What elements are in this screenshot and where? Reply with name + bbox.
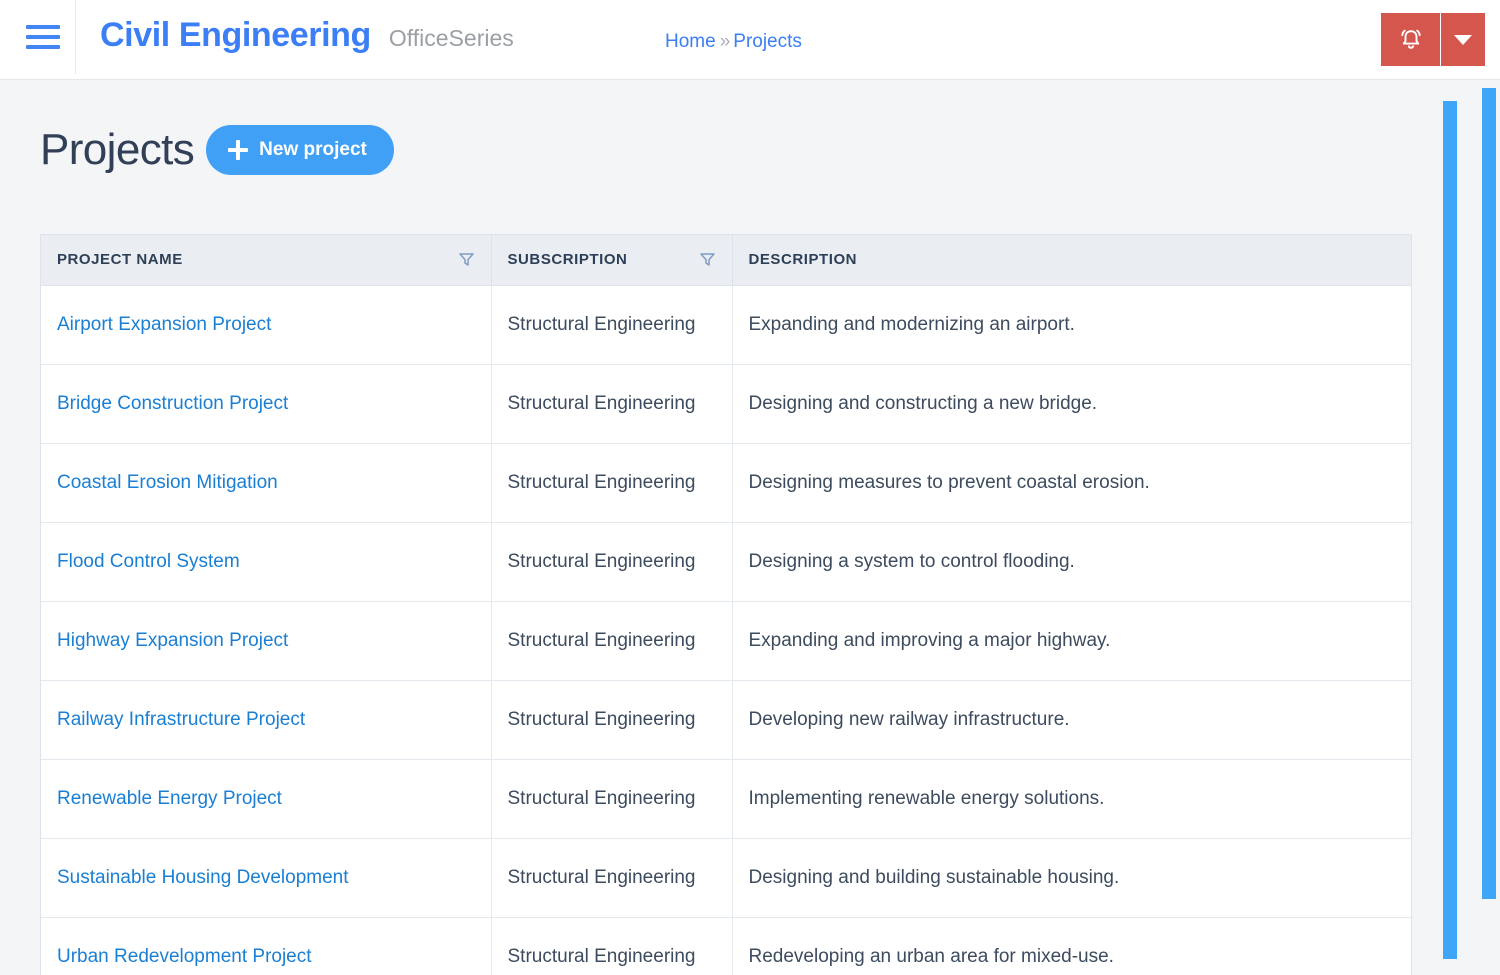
breadcrumb-separator: » <box>719 31 731 52</box>
table-row: Renewable Energy Project Structural Engin… <box>41 759 1411 839</box>
cell-subscription: Structural Engineering <box>491 522 733 602</box>
plus-icon <box>228 140 249 160</box>
project-link[interactable]: Airport Expansion Project <box>57 314 271 335</box>
cell-description: Designing and constructing a new bridge. <box>732 364 1411 444</box>
cell-project-name: Bridge Construction Project <box>41 364 492 444</box>
column-header-subscription[interactable]: SUBSCRIPTION <box>491 235 733 286</box>
cell-project-name: Coastal Erosion Mitigation <box>41 443 492 523</box>
brand: Civil Engineering OfficeSeries <box>100 16 514 55</box>
cell-subscription: Structural Engineering <box>491 285 733 365</box>
project-link[interactable]: Renewable Energy Project <box>57 788 282 809</box>
page-header: Projects New project <box>40 125 394 175</box>
column-label: PROJECT NAME <box>57 251 183 269</box>
table-row: Highway Expansion Project Structural Engi… <box>41 601 1411 681</box>
table-header: PROJECT NAME SUBSCRIPTION DESCRIPTION <box>41 235 1411 286</box>
hamburger-bar <box>26 45 60 49</box>
content-scrollbar-thumb[interactable] <box>1443 101 1457 959</box>
breadcrumb-link-projects[interactable]: Projects <box>733 31 802 52</box>
cell-description: Designing measures to prevent coastal er… <box>732 443 1411 523</box>
cell-project-name: Highway Expansion Project <box>41 601 492 681</box>
project-link[interactable]: Railway Infrastructure Project <box>57 709 305 730</box>
page-scrollbar-thumb[interactable] <box>1482 88 1496 899</box>
cell-description: Designing a system to control flooding. <box>732 522 1411 602</box>
cell-project-name: Renewable Energy Project <box>41 759 492 839</box>
cell-description: Developing new railway infrastructure. <box>732 680 1411 760</box>
cell-project-name: Sustainable Housing Development <box>41 838 492 918</box>
project-link[interactable]: Urban Redevelopment Project <box>57 946 312 967</box>
breadcrumb: Home» Projects <box>665 31 802 53</box>
new-project-button-label: New project <box>259 139 367 160</box>
cell-description: Expanding and modernizing an airport. <box>732 285 1411 365</box>
header-actions <box>1381 13 1485 66</box>
project-link[interactable]: Bridge Construction Project <box>57 393 288 414</box>
table-header-row: PROJECT NAME SUBSCRIPTION DESCRIPTION <box>41 235 1411 286</box>
table-row: Sustainable Housing Development Structura… <box>41 838 1411 918</box>
cell-project-name: Airport Expansion Project <box>41 285 492 365</box>
cell-project-name: Urban Redevelopment Project <box>41 917 492 975</box>
cell-project-name: Flood Control System <box>41 522 492 602</box>
table-row: Flood Control System Structural Engineeri… <box>41 522 1411 602</box>
hamburger-bar <box>26 25 60 29</box>
top-header-bar: Civil Engineering OfficeSeries Home» Proj… <box>0 0 1500 80</box>
cell-subscription: Structural Engineering <box>491 917 733 975</box>
brand-title: Civil Engineering <box>100 16 371 54</box>
filter-icon[interactable] <box>458 251 475 268</box>
main-content: Projects New project PROJECT NAME SUBSCR… <box>0 81 1432 975</box>
cell-subscription: Structural Engineering <box>491 601 733 681</box>
cell-description: Expanding and improving a major highway. <box>732 601 1411 681</box>
chevron-down-icon <box>1454 34 1472 45</box>
table-row: Airport Expansion Project Structural Engi… <box>41 285 1411 365</box>
hamburger-menu-icon[interactable] <box>24 22 60 52</box>
hamburger-bar <box>26 35 60 39</box>
table-body: Airport Expansion Project Structural Engi… <box>41 285 1411 975</box>
page-title: Projects <box>40 125 195 174</box>
table-row: Railway Infrastructure Project Structural… <box>41 680 1411 760</box>
alarm-bell-icon <box>1400 29 1421 49</box>
column-label: DESCRIPTION <box>748 251 858 269</box>
projects-table: PROJECT NAME SUBSCRIPTION DESCRIPTION Ai… <box>41 235 1411 975</box>
cell-subscription: Structural Engineering <box>491 759 733 839</box>
cell-subscription: Structural Engineering <box>491 838 733 918</box>
new-project-button[interactable]: New project <box>206 125 394 175</box>
project-link[interactable]: Highway Expansion Project <box>57 630 288 651</box>
table-row: Urban Redevelopment Project Structural En… <box>41 917 1411 975</box>
header-divider <box>75 0 76 74</box>
cell-project-name: Railway Infrastructure Project <box>41 680 492 760</box>
cell-subscription: Structural Engineering <box>491 680 733 760</box>
project-link[interactable]: Flood Control System <box>57 551 240 572</box>
projects-table-container: PROJECT NAME SUBSCRIPTION DESCRIPTION Ai… <box>40 234 1412 975</box>
column-label: SUBSCRIPTION <box>507 251 628 269</box>
cell-subscription: Structural Engineering <box>491 443 733 523</box>
header-dropdown-button[interactable] <box>1441 13 1485 66</box>
brand-subtitle: OfficeSeries <box>388 25 514 51</box>
column-header-description[interactable]: DESCRIPTION <box>732 235 1411 286</box>
table-row: Bridge Construction Project Structural En… <box>41 364 1411 444</box>
cell-description: Designing and building sustainable housi… <box>732 838 1411 918</box>
table-row: Coastal Erosion Mitigation Structural Eng… <box>41 443 1411 523</box>
cell-description: Implementing renewable energy solutions. <box>732 759 1411 839</box>
cell-subscription: Structural Engineering <box>491 364 733 444</box>
cell-description: Redeveloping an urban area for mixed-use… <box>748 945 1114 967</box>
project-link[interactable]: Coastal Erosion Mitigation <box>57 472 278 493</box>
alerts-button[interactable] <box>1381 13 1441 66</box>
breadcrumb-link-home[interactable]: Home <box>665 31 716 52</box>
column-header-project-name[interactable]: PROJECT NAME <box>41 235 492 286</box>
filter-icon[interactable] <box>699 251 716 268</box>
project-link[interactable]: Sustainable Housing Development <box>57 867 349 888</box>
